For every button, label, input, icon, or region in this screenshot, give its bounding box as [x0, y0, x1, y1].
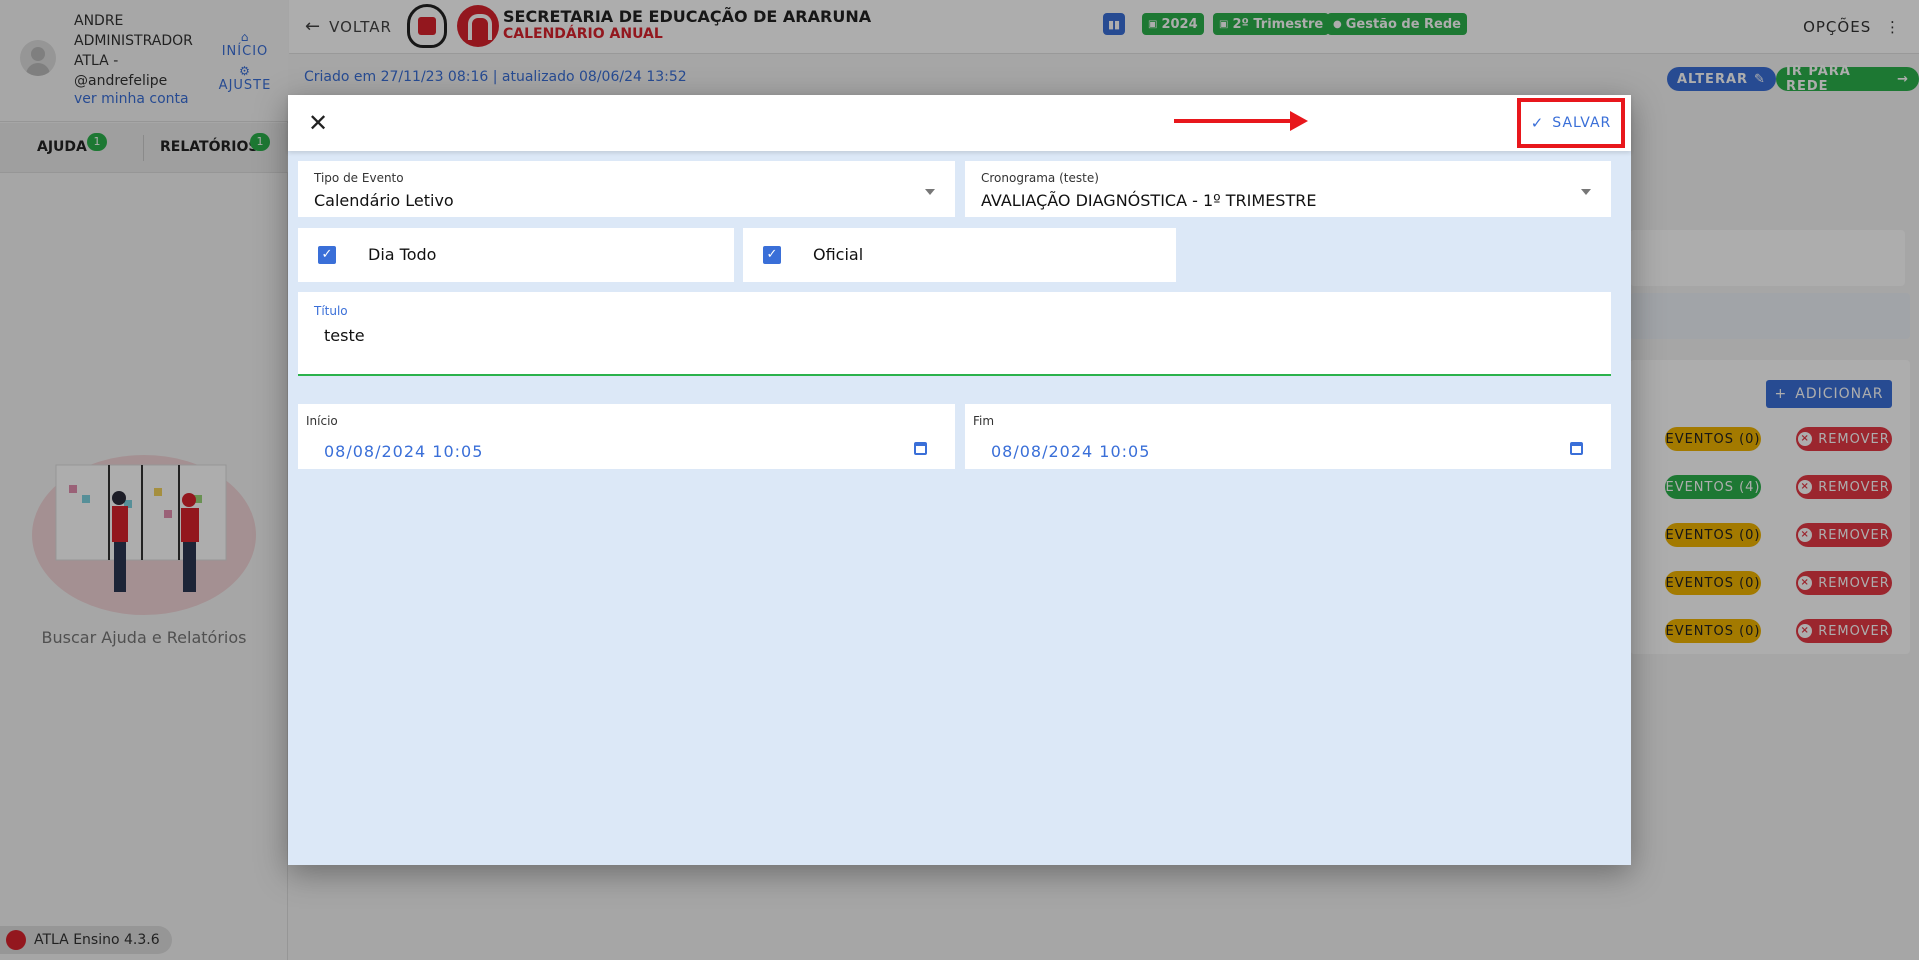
check-icon: ✓ [766, 247, 778, 262]
start-date-value[interactable]: 08/08/2024 10:05 [324, 442, 483, 461]
start-label: Início [306, 414, 338, 428]
official-checkbox[interactable]: ✓ [763, 246, 781, 264]
dialog-header: ✕ ✓ SALVAR [288, 95, 1631, 151]
event-type-value: Calendário Letivo [314, 191, 454, 210]
event-type-select[interactable]: Tipo de Evento Calendário Letivo [298, 161, 955, 217]
official-label: Oficial [813, 245, 864, 264]
title-field: Título [298, 292, 1611, 376]
close-button[interactable]: ✕ [302, 107, 334, 139]
end-date-field[interactable]: Fim 08/08/2024 10:05 [965, 404, 1611, 469]
end-label: Fim [973, 414, 995, 428]
save-button[interactable]: ✓ SALVAR [1517, 98, 1625, 148]
title-label: Título [314, 304, 348, 318]
start-date-field[interactable]: Início 08/08/2024 10:05 [298, 404, 955, 469]
all-day-checkbox[interactable]: ✓ [318, 246, 336, 264]
annotation-arrow [1174, 111, 1308, 131]
title-input[interactable] [324, 326, 1524, 345]
close-icon: ✕ [307, 109, 329, 137]
official-row: ✓ Oficial [743, 228, 1176, 282]
schedule-value: AVALIAÇÃO DIAGNÓSTICA - 1º TRIMESTRE [981, 191, 1317, 210]
schedule-select[interactable]: Cronograma (teste) AVALIAÇÃO DIAGNÓSTICA… [965, 161, 1611, 217]
all-day-row: ✓ Dia Todo [298, 228, 734, 282]
save-label: SALVAR [1552, 115, 1612, 131]
event-dialog: ✕ ✓ SALVAR Tipo de Evento Calendário Let… [288, 95, 1631, 865]
schedule-label: Cronograma (teste) [981, 171, 1099, 185]
all-day-label: Dia Todo [368, 245, 437, 264]
event-type-label: Tipo de Evento [314, 171, 404, 185]
check-icon: ✓ [321, 247, 333, 262]
check-icon: ✓ [1530, 114, 1545, 132]
end-date-value[interactable]: 08/08/2024 10:05 [991, 442, 1150, 461]
chevron-down-icon [1581, 189, 1591, 195]
chevron-down-icon [925, 189, 935, 195]
calendar-icon[interactable] [1570, 442, 1583, 455]
calendar-icon[interactable] [914, 442, 927, 455]
